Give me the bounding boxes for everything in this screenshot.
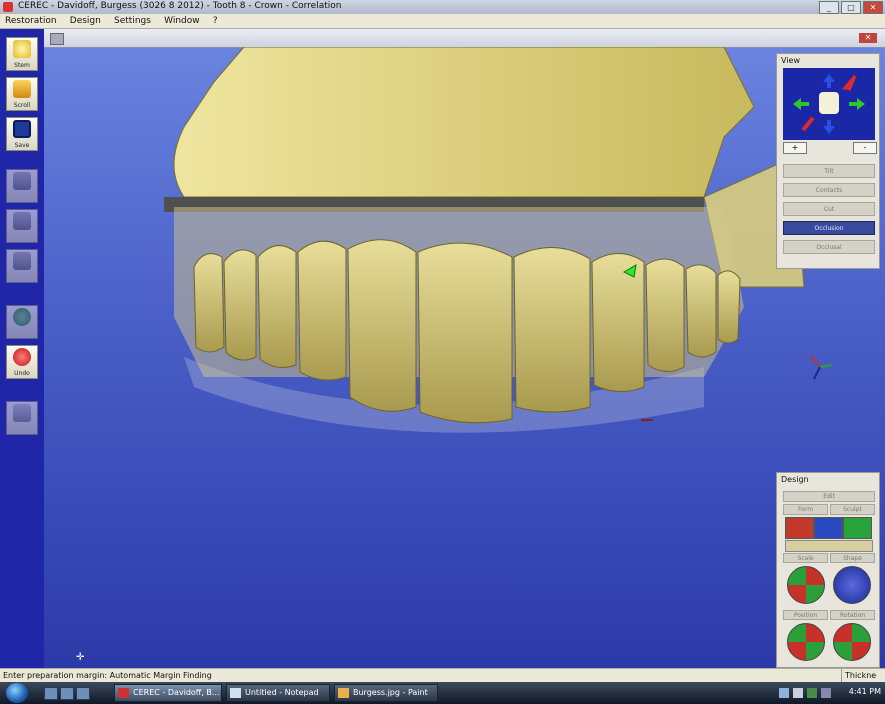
tool-sidebar: Stem Scroll Save Undo [0, 29, 44, 668]
position-dial-icon[interactable] [787, 623, 825, 661]
design-sculpt-tab[interactable]: Sculpt [830, 504, 875, 515]
save-button[interactable]: Save [6, 117, 38, 151]
small-marker [641, 419, 653, 421]
view-arrows-icon [793, 74, 865, 134]
forward-arrow-icon [13, 308, 31, 326]
undo-label: Undo [14, 370, 30, 377]
paint-task-icon [338, 688, 349, 698]
stem-button[interactable]: Stem [6, 37, 38, 71]
menu-help[interactable]: ? [208, 14, 223, 28]
view-panel: View + - Tilt Contacts Cut Occlusion Occ… [776, 53, 880, 269]
viewport-header: ✕ [44, 29, 885, 48]
scroll-button[interactable]: Scroll [6, 77, 38, 111]
clock[interactable]: 4:41 PM [849, 687, 881, 696]
menu-bar: Restoration Design Settings Window ? [0, 14, 885, 29]
view-orientation-widget[interactable] [783, 68, 875, 140]
task-paint[interactable]: Burgess.jpg - Paint [334, 684, 438, 702]
window-controls: _ □ ✕ [819, 1, 883, 14]
task-notepad-label: Untitled - Notepad [245, 688, 319, 697]
scan-button[interactable] [6, 169, 38, 203]
scale-dial-icon[interactable] [787, 566, 825, 604]
undo-button[interactable]: Undo [6, 345, 38, 379]
shape-label: Shape [830, 553, 875, 563]
rotation-label: Rotation [830, 610, 875, 620]
view-contacts-button[interactable]: Contacts [783, 183, 875, 197]
notepad-task-icon [230, 688, 241, 698]
status-text: Enter preparation margin: Automatic Marg… [3, 671, 212, 680]
position-label: Position [783, 610, 828, 620]
crown-button[interactable] [6, 249, 38, 283]
folder-icon [13, 80, 31, 98]
shape-dial-icon[interactable] [833, 566, 871, 604]
task-cerec[interactable]: CEREC - Davidoff, B... [114, 684, 222, 702]
tooth-preview-icon [13, 404, 31, 422]
hand-tool-add-icon[interactable] [785, 517, 814, 539]
design-edit-button[interactable]: Edit [783, 491, 875, 502]
tray-network-icon[interactable] [779, 688, 789, 698]
hand-tool-smooth-icon[interactable] [843, 517, 872, 539]
zoom-out-button[interactable]: - [853, 142, 877, 154]
task-cerec-label: CEREC - Davidoff, B... [133, 688, 220, 697]
tooth-crown-icon [13, 252, 31, 270]
tooth-scan-icon [13, 172, 31, 190]
dental-3d-model[interactable] [104, 47, 824, 447]
hand-tool-remove-icon[interactable] [814, 517, 843, 539]
stem-label: Stem [14, 62, 30, 69]
menu-restoration[interactable]: Restoration [0, 14, 62, 28]
view-tilt-button[interactable]: Tilt [783, 164, 875, 178]
thickness-indicator: Thickne [841, 669, 885, 683]
preview-button[interactable] [6, 401, 38, 435]
view-panel-title: View [781, 56, 800, 65]
design-form-tab[interactable]: Form [783, 504, 828, 515]
tray-speaker-icon[interactable] [793, 688, 803, 698]
design-panel: Design Edit Form Sculpt Scale Shape Posi… [776, 472, 880, 668]
title-bar: CEREC - Davidoff, Burgess (3026 8 2012) … [0, 0, 885, 14]
quicklaunch-desktop-icon[interactable] [44, 687, 58, 700]
tray-app-icon[interactable] [807, 688, 817, 698]
cerec-task-icon [118, 688, 129, 698]
viewport-icon [50, 33, 64, 45]
3d-viewport[interactable]: ✕ ✛ View + - Tilt Contacts Cut Occlusion… [44, 29, 885, 668]
taskbar: CEREC - Davidoff, B... Untitled - Notepa… [0, 682, 885, 704]
maximize-button[interactable]: □ [841, 1, 861, 14]
view-cut-button[interactable]: Cut [783, 202, 875, 216]
minimize-button[interactable]: _ [819, 1, 839, 14]
axis-indicator-icon [809, 354, 833, 380]
viewport-close-button[interactable]: ✕ [859, 33, 877, 43]
window-title: CEREC - Davidoff, Burgess (3026 8 2012) … [18, 1, 342, 11]
quicklaunch-media-icon[interactable] [76, 687, 90, 700]
task-notepad[interactable]: Untitled - Notepad [226, 684, 330, 702]
task-paint-label: Burgess.jpg - Paint [353, 688, 428, 697]
tray-device-icon[interactable] [821, 688, 831, 698]
quicklaunch-explorer-icon[interactable] [60, 687, 74, 700]
scroll-label: Scroll [13, 102, 31, 109]
forward-button[interactable] [6, 305, 38, 339]
scale-label: Scale [783, 553, 828, 563]
menu-window[interactable]: Window [159, 14, 205, 28]
view-occlusal-button[interactable]: Occlusal [783, 240, 875, 254]
status-bar: Enter preparation margin: Automatic Marg… [0, 668, 885, 683]
app-icon [3, 2, 13, 12]
menu-design[interactable]: Design [65, 14, 106, 28]
view-occlusion-button[interactable]: Occlusion [783, 221, 875, 235]
design-panel-title: Design [781, 475, 809, 484]
tooth-model-icon [13, 212, 31, 230]
zoom-in-button[interactable]: + [783, 142, 807, 154]
model-button[interactable] [6, 209, 38, 243]
brush-size-slider[interactable] [785, 540, 873, 552]
tooth-stem-icon [13, 40, 31, 58]
floppy-disk-icon [13, 120, 31, 138]
pan-cursor-icon: ✛ [76, 652, 85, 663]
save-label: Save [14, 142, 30, 149]
close-button[interactable]: ✕ [863, 1, 883, 14]
start-button[interactable] [6, 683, 28, 703]
undo-arrow-icon [13, 348, 31, 366]
rotation-dial-icon[interactable] [833, 623, 871, 661]
menu-settings[interactable]: Settings [109, 14, 156, 28]
